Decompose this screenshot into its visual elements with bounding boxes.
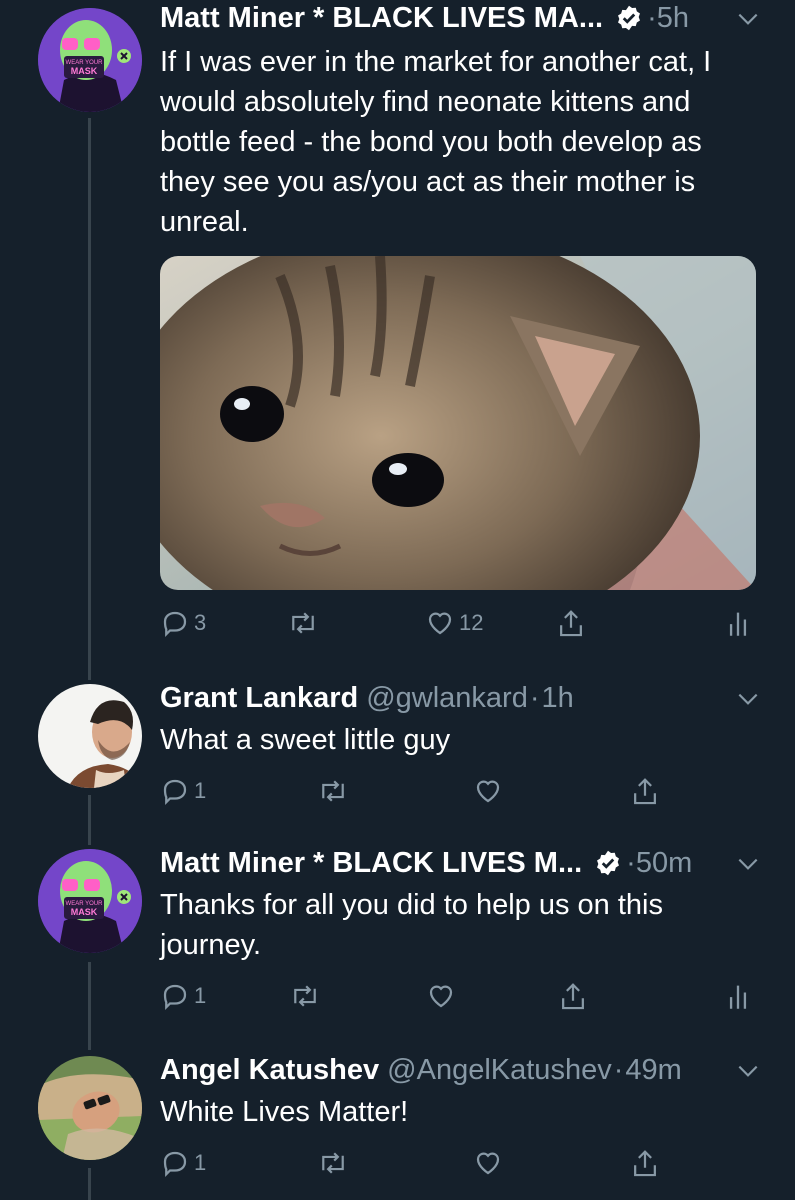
reply-count: 1 xyxy=(194,1150,207,1175)
mask-bottom-text: MASK xyxy=(71,66,98,76)
separator-dot: · xyxy=(529,682,540,714)
display-name[interactable]: Matt Miner * BLACK LIVES M... xyxy=(160,845,582,881)
avatar[interactable]: WEAR YOUR MASK xyxy=(38,8,142,112)
like-count: 12 xyxy=(459,610,484,635)
share-icon xyxy=(560,610,582,637)
username-handle[interactable]: @gwlankard xyxy=(366,680,528,716)
verified-badge-icon xyxy=(618,5,641,31)
share-icon xyxy=(634,1150,656,1177)
reply-count: 1 xyxy=(194,983,207,1008)
tweet-media-kitten-photo[interactable] xyxy=(160,256,756,590)
reply-icon xyxy=(163,779,187,805)
mask-bottom-text: MASK xyxy=(71,907,98,917)
share-button[interactable] xyxy=(630,776,660,808)
tweet-text-line: If I was ever in the market for another … xyxy=(160,46,712,78)
retweet-button[interactable] xyxy=(316,776,350,806)
tweet-header: Matt Miner * BLACK LIVES MA... · 5h xyxy=(160,0,689,36)
tweet-text: Thanks for all you did to help us on thi… xyxy=(160,885,770,965)
tweet-actions: 1 xyxy=(160,1148,760,1188)
reply-icon xyxy=(163,984,187,1010)
tweet-actions: 3 12 xyxy=(160,608,760,648)
chevron-down-icon[interactable] xyxy=(735,851,761,877)
avatar-photo xyxy=(38,684,142,788)
retweet-button[interactable] xyxy=(288,981,322,1011)
timestamp[interactable]: 1h xyxy=(542,680,574,716)
avatar[interactable] xyxy=(38,684,142,788)
separator-dot: · xyxy=(613,1054,624,1086)
timestamp[interactable]: 50m xyxy=(636,845,692,881)
like-button[interactable] xyxy=(426,981,456,1011)
tweet-text-line: White Lives Matter! xyxy=(160,1096,409,1128)
share-icon xyxy=(634,778,656,805)
display-name[interactable]: Angel Katushev xyxy=(160,1052,379,1088)
tweet-text: White Lives Matter! xyxy=(160,1092,770,1132)
tweet-header: Angel Katushev @AngelKatushev · 49m xyxy=(160,1052,682,1088)
avatar[interactable] xyxy=(38,1056,142,1160)
retweet-icon xyxy=(294,985,316,1007)
tweet-header: Matt Miner * BLACK LIVES M... · 50m xyxy=(160,845,692,881)
retweet-icon xyxy=(292,612,314,634)
reply-icon xyxy=(163,1151,187,1177)
tweet-actions: 1 xyxy=(160,981,760,1021)
avatar[interactable]: WEAR YOUR MASK xyxy=(38,849,142,953)
retweet-button[interactable] xyxy=(316,1148,350,1178)
heart-icon xyxy=(476,780,500,803)
kitten-image xyxy=(160,256,756,590)
reply-count: 3 xyxy=(194,610,207,635)
retweet-icon xyxy=(322,780,344,802)
tweet-text-line: Thanks for all you did to help us on thi… xyxy=(160,889,663,921)
tweet-matt-miner-2[interactable]: WEAR YOUR MASK Matt Miner * BLACK LIVES … xyxy=(0,845,795,1025)
tweet-text-line: would absolutely find neonate kittens an… xyxy=(160,86,691,118)
like-button[interactable]: 12 xyxy=(425,608,483,638)
timestamp[interactable]: 49m xyxy=(625,1052,681,1088)
chevron-down-icon[interactable] xyxy=(735,686,761,712)
tweet-text-line: journey. xyxy=(160,929,262,961)
display-name[interactable]: Grant Lankard xyxy=(160,680,358,716)
display-name[interactable]: Matt Miner * BLACK LIVES MA... xyxy=(160,0,603,36)
tweet-grant-lankard[interactable]: Grant Lankard @gwlankard · 1h What a swe… xyxy=(0,680,795,820)
reply-icon xyxy=(163,611,187,637)
tweet-matt-miner-1[interactable]: WEAR YOUR MASK Matt Miner * BLACK LIVES … xyxy=(0,0,795,660)
tweet-text: What a sweet little guy xyxy=(160,720,770,760)
tweet-text: If I was ever in the market for another … xyxy=(160,42,770,242)
analytics-icon xyxy=(729,612,747,636)
tweet-text-line: unreal. xyxy=(160,206,249,238)
username-handle[interactable]: @AngelKatushev xyxy=(387,1052,612,1088)
tweet-actions: 1 xyxy=(160,776,760,816)
separator-dot: · xyxy=(647,2,657,34)
retweet-icon xyxy=(322,1152,344,1174)
verified-badge-icon xyxy=(597,850,620,876)
tweet-angel-katushev[interactable]: Angel Katushev @AngelKatushev · 49m Whit… xyxy=(0,1052,795,1200)
share-button[interactable] xyxy=(630,1148,660,1180)
share-icon xyxy=(562,983,584,1010)
reply-button[interactable]: 1 xyxy=(160,1148,206,1178)
reply-count: 1 xyxy=(194,778,207,803)
chevron-down-icon[interactable] xyxy=(735,6,761,32)
heart-icon xyxy=(476,1152,500,1175)
tweet-text-line: they see you as/you act as their mother … xyxy=(160,166,696,198)
analytics-button[interactable] xyxy=(726,608,750,638)
reply-button[interactable]: 1 xyxy=(160,776,206,806)
reply-button[interactable]: 1 xyxy=(160,981,206,1011)
retweet-button[interactable] xyxy=(286,608,324,638)
chevron-down-icon[interactable] xyxy=(735,1058,761,1084)
tweet-header: Grant Lankard @gwlankard · 1h xyxy=(160,680,574,716)
avatar-mask-art: WEAR YOUR MASK xyxy=(38,8,142,112)
heart-icon xyxy=(429,985,453,1008)
like-button[interactable] xyxy=(473,1148,503,1178)
tweet-text-line: bottle feed - the bond you both develop … xyxy=(160,126,702,158)
timestamp[interactable]: 5h xyxy=(657,0,689,36)
heart-icon xyxy=(428,612,452,635)
analytics-icon xyxy=(729,985,747,1009)
like-button[interactable] xyxy=(473,776,503,806)
separator-dot: · xyxy=(626,847,636,879)
share-button[interactable] xyxy=(558,981,588,1013)
tweet-text-line: What a sweet little guy xyxy=(160,724,451,756)
avatar-mask-art: WEAR YOUR MASK xyxy=(38,849,142,953)
reply-button[interactable]: 3 xyxy=(160,608,206,638)
analytics-button[interactable] xyxy=(726,981,750,1011)
share-button[interactable] xyxy=(556,608,586,640)
avatar-photo xyxy=(38,1056,142,1160)
